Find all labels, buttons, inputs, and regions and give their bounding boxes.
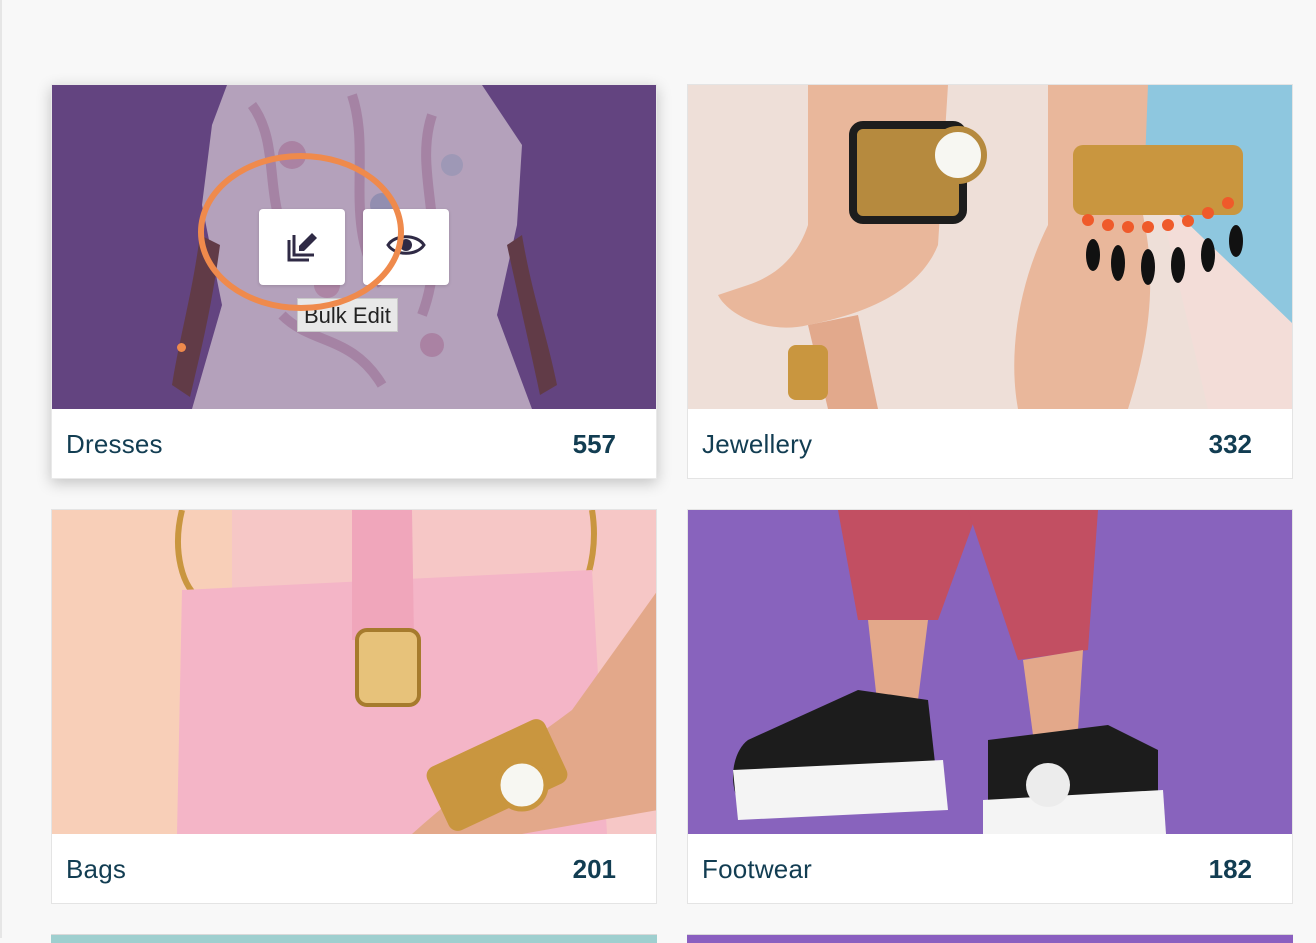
category-card-footwear[interactable]: Footwear 182: [687, 509, 1293, 904]
category-name: Bags: [66, 853, 127, 884]
category-footer: Jewellery 332: [688, 409, 1292, 479]
indicator-dot: [177, 343, 186, 352]
next-category-card-right[interactable]: [687, 934, 1293, 943]
category-name: Dresses: [66, 428, 163, 459]
category-image-jewellery: [688, 85, 1292, 409]
category-card-bags[interactable]: Bags 201: [51, 509, 657, 904]
category-count: 332: [1208, 428, 1252, 459]
category-image-footwear: [688, 510, 1292, 834]
category-name: Jewellery: [702, 428, 813, 459]
category-card-jewellery[interactable]: Jewellery 332: [687, 84, 1293, 479]
category-footer: Footwear 182: [688, 834, 1292, 904]
next-category-card-left[interactable]: [51, 934, 657, 943]
category-count: 557: [572, 428, 616, 459]
category-name: Footwear: [702, 853, 812, 884]
highlight-circle: [198, 153, 404, 311]
page-left-border: [0, 0, 2, 938]
category-footer: Bags 201: [52, 834, 656, 904]
category-count: 201: [572, 853, 616, 884]
category-footer: Dresses 557: [52, 409, 656, 479]
category-image-bags: [52, 510, 656, 834]
category-count: 182: [1208, 853, 1252, 884]
category-card-dresses[interactable]: Bulk Edit Dresses 557: [51, 84, 657, 479]
